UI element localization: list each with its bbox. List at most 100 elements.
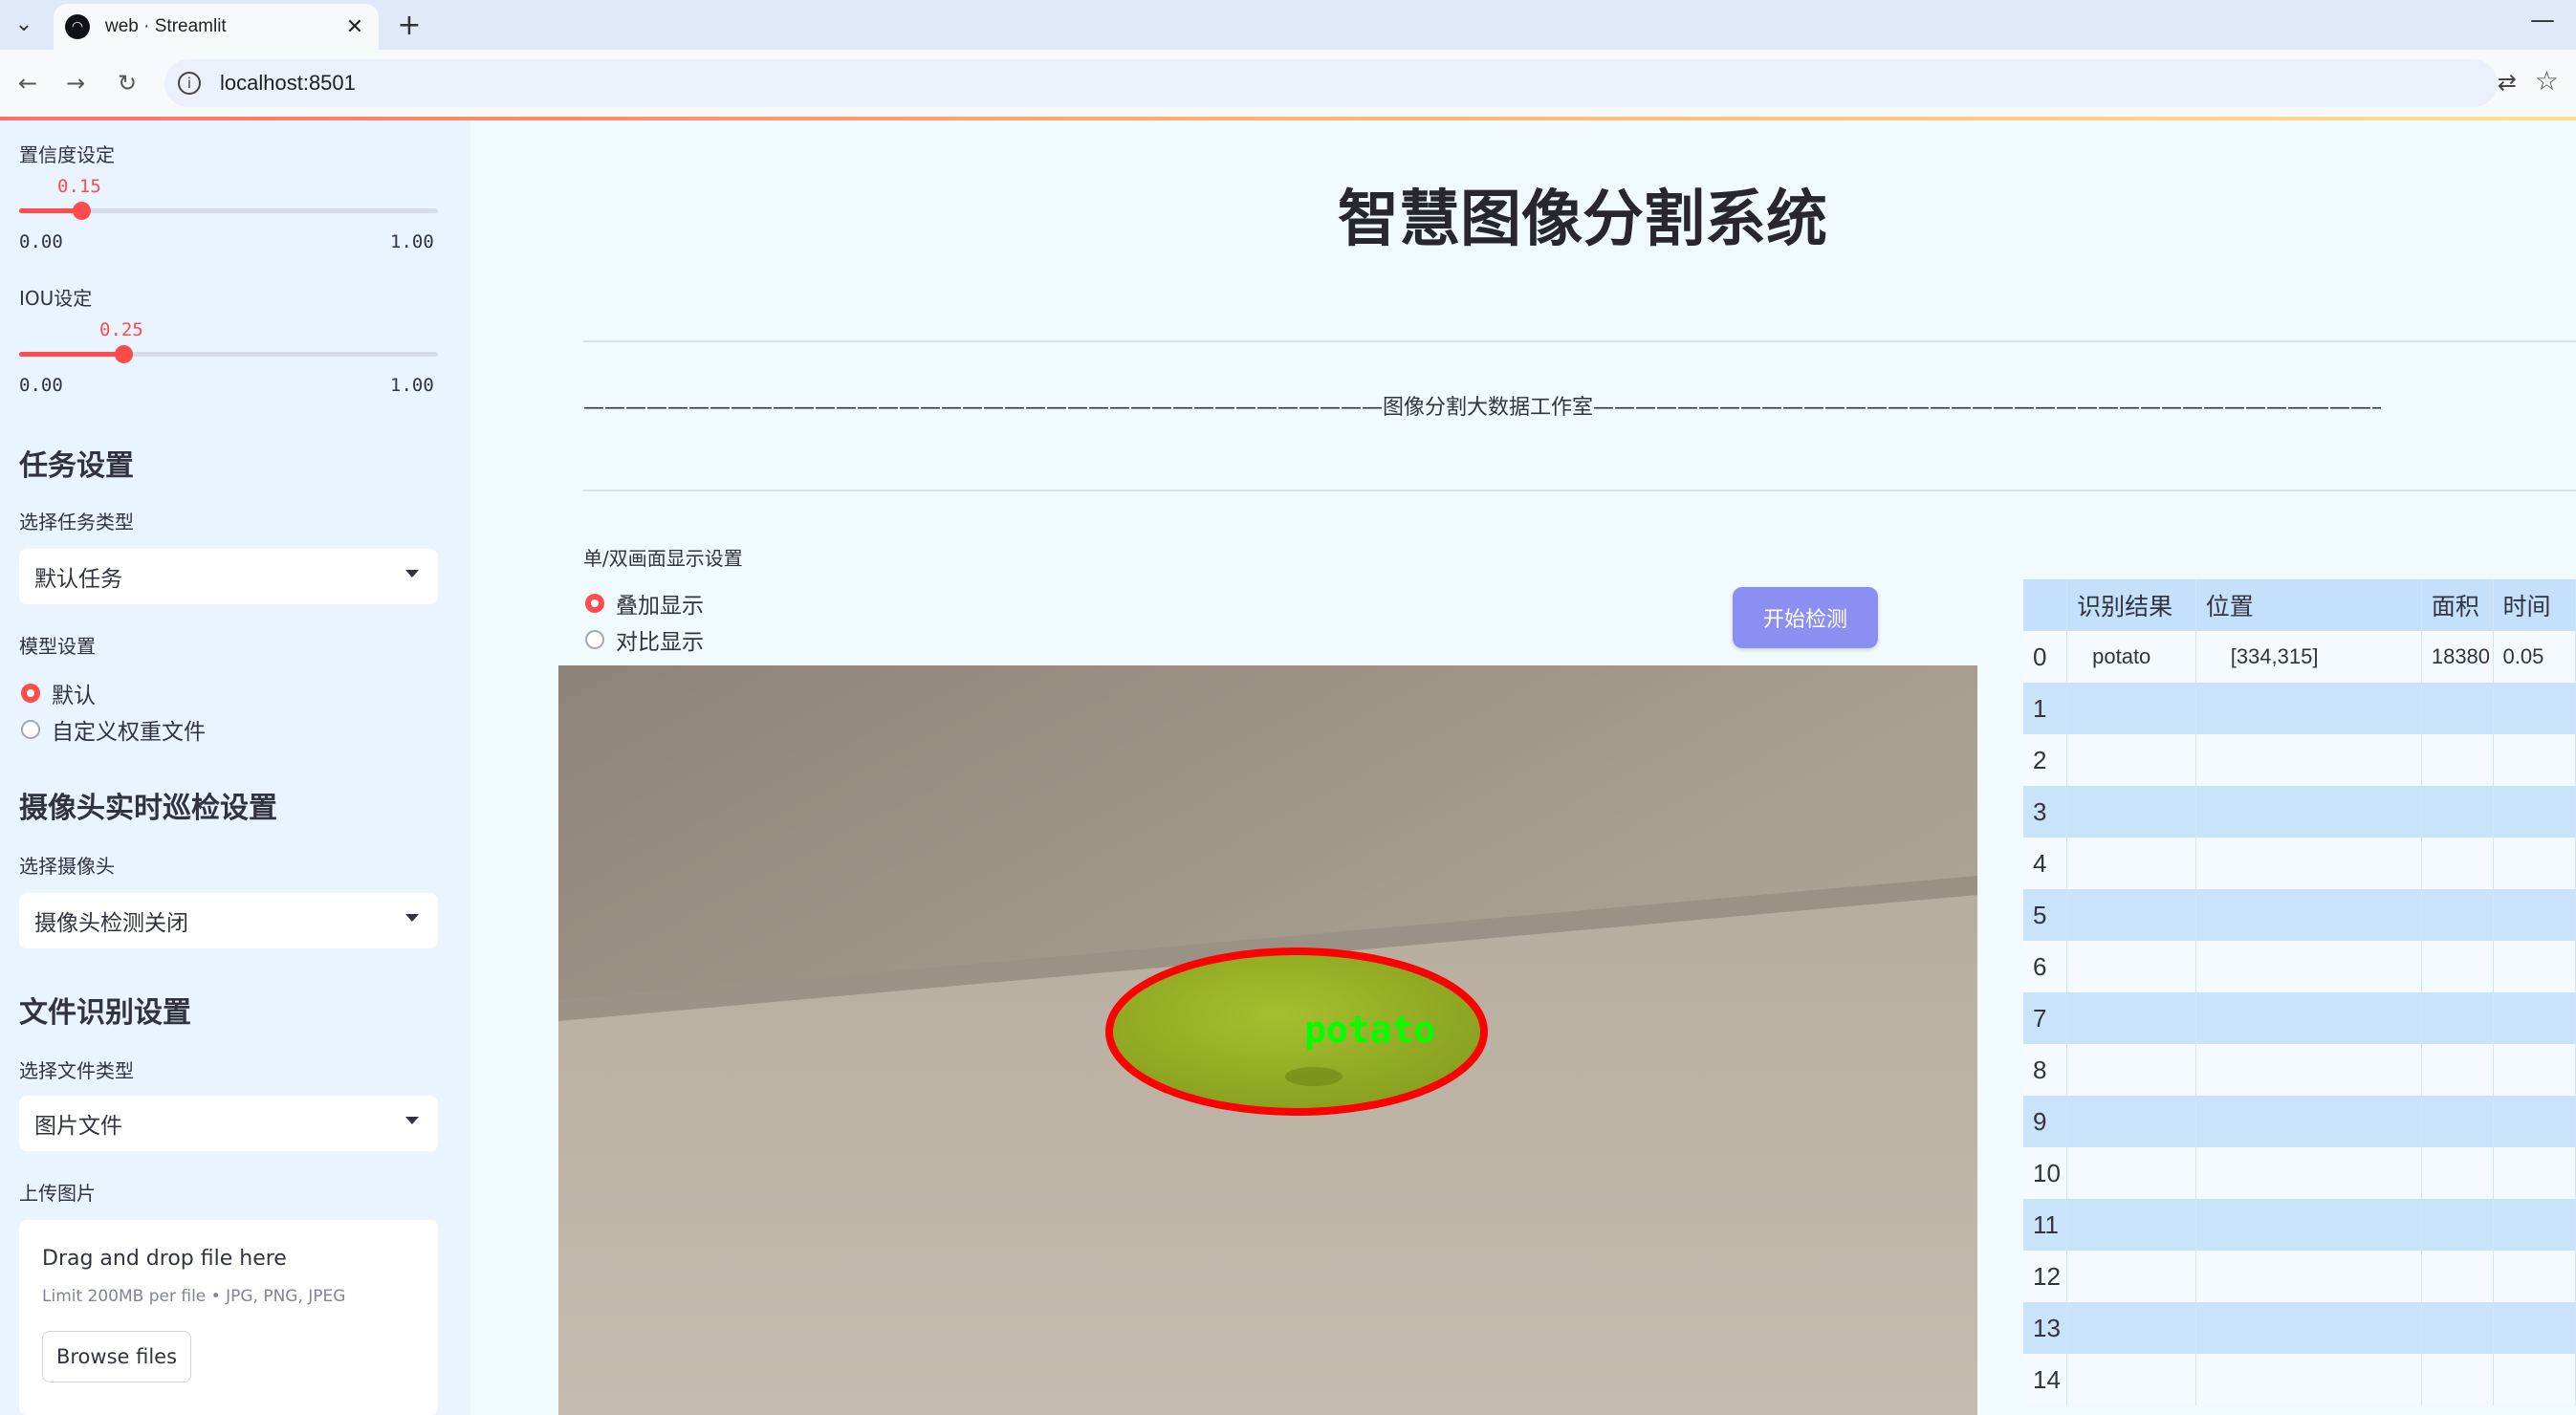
table-row[interactable]: 10: [2023, 1147, 2576, 1199]
table-cell[interactable]: [2066, 889, 2196, 941]
table-cell[interactable]: [2493, 683, 2576, 734]
table-cell[interactable]: [2195, 1354, 2422, 1405]
model-radio-default[interactable]: 默认: [21, 677, 96, 709]
table-cell[interactable]: [2195, 1147, 2422, 1199]
row-index-cell[interactable]: 10: [2023, 1147, 2068, 1199]
table-row[interactable]: 12: [2023, 1251, 2576, 1302]
table-cell[interactable]: [2066, 1354, 2196, 1405]
table-cell[interactable]: [2066, 786, 2196, 838]
row-index-cell[interactable]: 11: [2023, 1199, 2068, 1251]
table-cell[interactable]: [2195, 992, 2422, 1044]
table-cell[interactable]: [2421, 734, 2494, 786]
row-index-cell[interactable]: 0: [2023, 631, 2068, 683]
tab-list-chevron-icon[interactable]: ⌄: [6, 6, 42, 42]
table-cell[interactable]: [2421, 1147, 2494, 1199]
display-radio-overlay[interactable]: 叠加显示: [585, 587, 704, 620]
table-cell[interactable]: [2195, 1302, 2422, 1354]
table-row[interactable]: 0 potato [334,315] 18380 0.05: [2023, 631, 2576, 683]
translate-icon[interactable]: ⇄: [2498, 69, 2517, 96]
table-cell[interactable]: [2195, 734, 2422, 786]
confidence-slider[interactable]: [19, 202, 438, 220]
table-cell[interactable]: [2421, 1096, 2494, 1147]
row-index-cell[interactable]: 14: [2023, 1354, 2068, 1405]
table-row[interactable]: 5: [2023, 889, 2576, 941]
row-index-cell[interactable]: 6: [2023, 941, 2068, 992]
table-cell[interactable]: [2066, 941, 2196, 992]
file-dropzone[interactable]: Drag and drop file here Limit 200MB per …: [19, 1220, 438, 1415]
task-type-select[interactable]: 默认任务: [19, 549, 438, 604]
table-cell[interactable]: [2421, 1302, 2494, 1354]
table-cell[interactable]: [2195, 683, 2422, 734]
table-cell[interactable]: [2421, 1354, 2494, 1405]
table-cell[interactable]: [2195, 941, 2422, 992]
display-radio-compare[interactable]: 对比显示: [585, 623, 704, 656]
table-cell[interactable]: [2066, 838, 2196, 889]
url-field[interactable]: i localhost:8501: [164, 59, 2498, 107]
row-index-cell[interactable]: 7: [2023, 992, 2068, 1044]
row-index-cell[interactable]: 5: [2023, 889, 2068, 941]
table-cell[interactable]: [2493, 992, 2576, 1044]
table-cell[interactable]: [2421, 786, 2494, 838]
table-cell[interactable]: [2066, 1096, 2196, 1147]
table-cell[interactable]: [2493, 1199, 2576, 1251]
table-cell[interactable]: [2421, 1199, 2494, 1251]
table-row[interactable]: 7: [2023, 992, 2576, 1044]
table-row[interactable]: 6: [2023, 941, 2576, 992]
table-cell[interactable]: [2421, 683, 2494, 734]
table-cell[interactable]: [2195, 889, 2422, 941]
table-cell[interactable]: [2195, 1044, 2422, 1096]
new-tab-plus-icon[interactable]: +: [392, 8, 426, 42]
table-cell[interactable]: [2493, 1354, 2576, 1405]
table-cell[interactable]: [2493, 734, 2576, 786]
table-cell[interactable]: [334,315]: [2195, 631, 2422, 683]
table-cell[interactable]: [2066, 1251, 2196, 1302]
camera-select[interactable]: 摄像头检测关闭: [19, 893, 438, 948]
file-type-select[interactable]: 图片文件: [19, 1096, 438, 1151]
table-cell[interactable]: [2195, 1096, 2422, 1147]
row-index-cell[interactable]: 3: [2023, 786, 2068, 838]
table-cell[interactable]: 18380: [2421, 631, 2494, 683]
table-row[interactable]: 4: [2023, 838, 2576, 889]
row-index-cell[interactable]: 1: [2023, 683, 2068, 734]
table-cell[interactable]: [2421, 889, 2494, 941]
table-cell[interactable]: [2493, 1096, 2576, 1147]
table-cell[interactable]: [2195, 1251, 2422, 1302]
table-cell[interactable]: [2066, 734, 2196, 786]
table-cell[interactable]: [2421, 1044, 2494, 1096]
row-index-cell[interactable]: 13: [2023, 1302, 2068, 1354]
confidence-slider-thumb[interactable]: [73, 202, 91, 220]
reload-icon[interactable]: ↻: [111, 67, 143, 99]
table-row[interactable]: 3: [2023, 786, 2576, 838]
table-cell[interactable]: [2195, 1199, 2422, 1251]
site-info-icon[interactable]: i: [178, 72, 201, 95]
iou-slider[interactable]: [19, 345, 438, 363]
forward-arrow-icon[interactable]: →: [59, 67, 92, 99]
table-cell[interactable]: [2066, 1302, 2196, 1354]
table-cell[interactable]: [2493, 1302, 2576, 1354]
table-row[interactable]: 1: [2023, 683, 2576, 734]
table-row[interactable]: 9: [2023, 1096, 2576, 1147]
table-cell[interactable]: [2195, 838, 2422, 889]
browser-tab[interactable]: ◠ web · Streamlit ✕: [54, 4, 379, 50]
table-cell[interactable]: [2493, 1251, 2576, 1302]
table-cell[interactable]: [2066, 992, 2196, 1044]
table-cell[interactable]: [2066, 1147, 2196, 1199]
browse-files-button[interactable]: Browse files: [42, 1331, 191, 1382]
table-cell[interactable]: [2066, 1044, 2196, 1096]
table-cell[interactable]: [2493, 838, 2576, 889]
row-index-cell[interactable]: 8: [2023, 1044, 2068, 1096]
close-tab-icon[interactable]: ✕: [340, 12, 369, 41]
table-cell[interactable]: [2421, 941, 2494, 992]
results-table[interactable]: 识别结果 位置 面积 时间 0 potato [334,315] 18380 0.05 1…: [2023, 579, 2576, 1415]
table-cell[interactable]: [2066, 683, 2196, 734]
row-index-cell[interactable]: 9: [2023, 1096, 2068, 1147]
table-cell[interactable]: [2493, 889, 2576, 941]
table-cell[interactable]: [2421, 838, 2494, 889]
table-cell[interactable]: [2421, 1251, 2494, 1302]
bookmark-star-icon[interactable]: ☆: [2535, 65, 2559, 97]
row-index-cell[interactable]: 12: [2023, 1251, 2068, 1302]
col-header-position[interactable]: 位置: [2195, 579, 2422, 631]
col-header-time[interactable]: 时间: [2493, 579, 2576, 631]
table-row[interactable]: 14: [2023, 1354, 2576, 1405]
col-header-area[interactable]: 面积: [2421, 579, 2494, 631]
